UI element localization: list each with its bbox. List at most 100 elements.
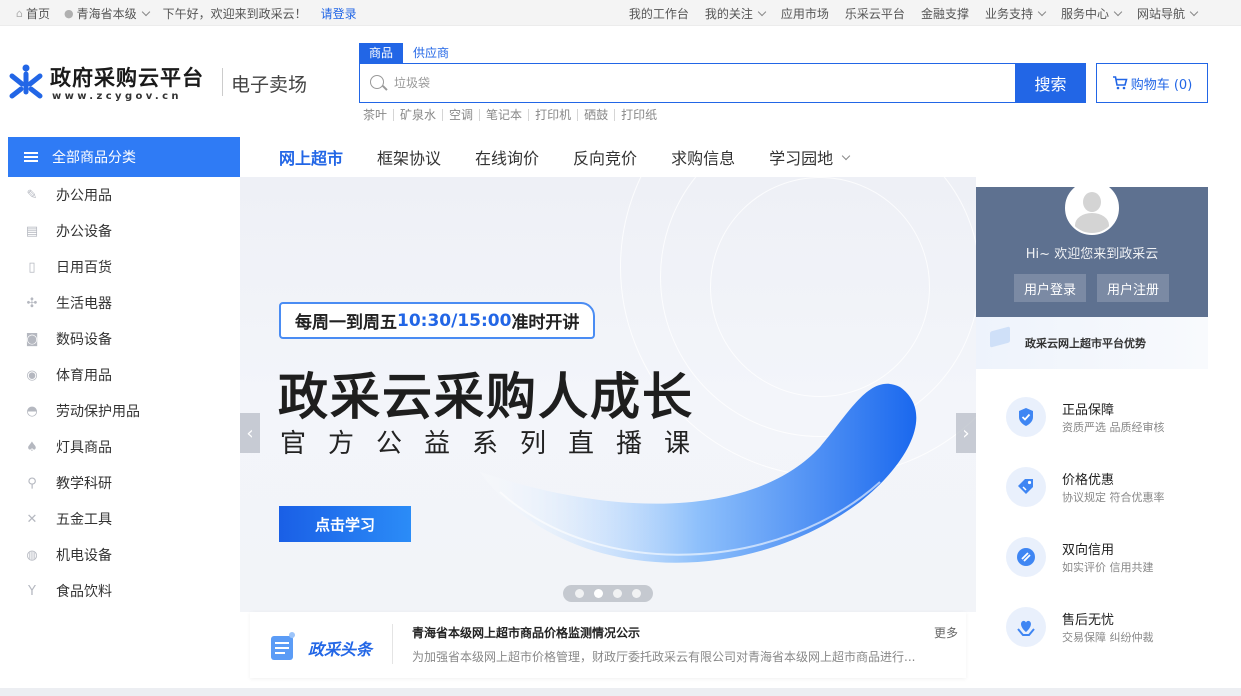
location-pin-icon: ● bbox=[64, 6, 74, 20]
search-button[interactable]: 搜索 bbox=[1015, 63, 1086, 103]
banner-learn-button[interactable]: 点击学习 bbox=[279, 506, 411, 542]
pen-icon: ✎ bbox=[26, 187, 38, 203]
top-link-label: 网站导航 bbox=[1136, 6, 1185, 21]
all-categories-header[interactable]: 全部商品分类 bbox=[8, 137, 240, 177]
carousel-dot[interactable] bbox=[613, 589, 622, 598]
top-link[interactable]: 网站导航 bbox=[1136, 5, 1199, 22]
top-link[interactable]: 乐采云平台 bbox=[845, 5, 905, 22]
price-tag-icon bbox=[1006, 467, 1046, 507]
top-link-label: 应用市场 bbox=[780, 6, 829, 21]
nav-item[interactable]: 在线询价 bbox=[458, 145, 556, 169]
search-tab-supplier[interactable]: 供应商 bbox=[403, 43, 459, 63]
advantage-item: 双向信用 如实评价 信用共建 bbox=[1006, 537, 1206, 587]
nav-item-label: 学习园地 bbox=[769, 149, 834, 168]
cart-icon bbox=[1112, 76, 1128, 90]
cart-label: 购物车 (0) bbox=[1130, 77, 1193, 93]
category-item[interactable]: ✎ 办公用品 bbox=[8, 177, 240, 213]
region-selector[interactable]: ● 青海省本级 bbox=[64, 5, 150, 22]
banner-subtitle: 官方公益系列直播课 bbox=[280, 429, 713, 459]
nav-item-label: 网上超市 bbox=[279, 149, 344, 168]
category-item[interactable]: ♠ 灯具商品 bbox=[8, 429, 240, 465]
top-bar: ⌂ 首页 ● 青海省本级 下午好，欢迎来到政采云！ 请登录 我的工作台 我的关注 应… bbox=[0, 0, 1241, 26]
fan-icon: ✣ bbox=[26, 295, 38, 311]
top-link[interactable]: 应用市场 bbox=[781, 5, 829, 22]
top-link[interactable]: 金融支撑 bbox=[921, 5, 969, 22]
nav-item[interactable]: 求购信息 bbox=[654, 145, 752, 169]
carousel-dots bbox=[563, 585, 653, 602]
category-label: 灯具商品 bbox=[56, 440, 112, 456]
all-categories-label: 全部商品分类 bbox=[52, 150, 136, 166]
chevron-down-icon bbox=[1037, 7, 1047, 16]
category-label: 五金工具 bbox=[56, 512, 112, 528]
banner-tag-time: 10:30/15:00 bbox=[397, 310, 512, 331]
category-item[interactable]: Y 食品饮料 bbox=[8, 573, 240, 609]
search-tab-goods[interactable]: 商品 bbox=[359, 43, 404, 63]
banner-next-arrow-icon[interactable]: › bbox=[956, 413, 976, 453]
category-item[interactable]: ◍ 机电设备 bbox=[8, 537, 240, 573]
carousel-dot[interactable] bbox=[575, 589, 584, 598]
nav-item[interactable]: 框架协议 bbox=[360, 145, 458, 169]
hot-word-link[interactable]: 笔记本 bbox=[479, 109, 528, 121]
main-nav: 网上超市 框架协议 在线询价 反向竞价 求购信息 学习园地 bbox=[262, 137, 866, 177]
chevron-down-icon bbox=[757, 7, 767, 16]
hero-banner[interactable]: 每周一到周五 10:30/15:00 准时开讲 政采云采购人成长 官方公益系列直… bbox=[240, 177, 976, 612]
category-item[interactable]: ◓ 劳动保护用品 bbox=[8, 393, 240, 429]
chevron-down-icon bbox=[1189, 7, 1199, 16]
news-more-link[interactable]: 更多 bbox=[934, 624, 958, 641]
hot-word-link[interactable]: 矿泉水 bbox=[393, 109, 442, 121]
top-link[interactable]: 我的关注 bbox=[705, 5, 767, 22]
advantage-title: 价格优惠 bbox=[1062, 473, 1115, 488]
carousel-dot[interactable] bbox=[632, 589, 641, 598]
home-link[interactable]: ⌂ 首页 bbox=[16, 5, 50, 22]
advantage-item: 售后无忧 交易保障 纠纷仲裁 bbox=[1006, 607, 1206, 657]
shield-check-icon bbox=[1006, 397, 1046, 437]
top-link[interactable]: 服务中心 bbox=[1061, 5, 1123, 22]
top-link-label: 乐采云平台 bbox=[844, 6, 905, 21]
user-card: Hi~ 欢迎您来到政采云 用户登录 用户注册 bbox=[976, 181, 1208, 317]
advantage-item: 正品保障 资质严选 品质经审核 bbox=[1006, 397, 1206, 447]
nav-item[interactable]: 学习园地 bbox=[752, 145, 866, 169]
login-link[interactable]: 请登录 bbox=[321, 5, 357, 22]
carousel-dot[interactable] bbox=[594, 589, 603, 598]
user-login-button[interactable]: 用户登录 bbox=[1014, 274, 1086, 302]
hot-word-link[interactable]: 打印机 bbox=[528, 109, 577, 121]
hot-word-link[interactable]: 打印纸 bbox=[614, 109, 663, 121]
category-item[interactable]: ▤ 办公设备 bbox=[8, 213, 240, 249]
category-item[interactable]: ◉ 体育用品 bbox=[8, 357, 240, 393]
category-label: 机电设备 bbox=[56, 548, 112, 564]
category-item[interactable]: ◙ 数码设备 bbox=[8, 321, 240, 357]
banner-schedule-tag: 每周一到周五 10:30/15:00 准时开讲 bbox=[279, 302, 596, 339]
top-link[interactable]: 我的工作台 bbox=[629, 5, 689, 22]
category-item[interactable]: ⚲ 教学科研 bbox=[8, 465, 240, 501]
cube-icon bbox=[990, 326, 1010, 348]
nav-item[interactable]: 反向竞价 bbox=[556, 145, 654, 169]
nav-item[interactable]: 网上超市 bbox=[262, 145, 360, 169]
mall-name: 电子卖场 bbox=[231, 74, 308, 96]
top-link[interactable]: 业务支持 bbox=[985, 5, 1047, 22]
category-label: 体育用品 bbox=[56, 368, 112, 384]
banner-tag-suffix: 准时开讲 bbox=[511, 313, 580, 333]
news-divider bbox=[392, 624, 393, 664]
chevron-down-icon bbox=[841, 151, 851, 160]
category-label: 教学科研 bbox=[56, 476, 112, 492]
advantages-title: 政采云网上超市平台优势 bbox=[1025, 337, 1146, 350]
hot-word-link[interactable]: 空调 bbox=[442, 109, 479, 121]
category-item[interactable]: ✣ 生活电器 bbox=[8, 285, 240, 321]
news-title[interactable]: 青海省本级网上超市商品价格监测情况公示 bbox=[412, 624, 640, 641]
site-logo[interactable]: 政府采购云平台 www.zcygov.cn bbox=[8, 62, 220, 104]
hot-word-link[interactable]: 茶叶 bbox=[363, 109, 393, 121]
advantages-header: 政采云网上超市平台优势 bbox=[976, 317, 1208, 369]
banner-title: 政采云采购人成长 bbox=[278, 368, 694, 426]
heart-hands-icon bbox=[1006, 607, 1046, 647]
category-item[interactable]: ▯ 日用百货 bbox=[8, 249, 240, 285]
banner-prev-arrow-icon[interactable]: ‹ bbox=[240, 413, 260, 453]
user-register-button[interactable]: 用户注册 bbox=[1097, 274, 1169, 302]
bottle-icon: ▯ bbox=[28, 259, 36, 275]
search-input[interactable] bbox=[394, 73, 994, 93]
news-icon bbox=[271, 632, 295, 660]
news-description[interactable]: 为加强省本级网上超市价格管理，财政厅委托政采云有限公司对青海省本级网上超市商品进… bbox=[412, 648, 922, 665]
avatar bbox=[1065, 181, 1119, 235]
hot-word-link[interactable]: 硒鼓 bbox=[577, 109, 614, 121]
cart-button[interactable]: 购物车 (0) bbox=[1096, 63, 1208, 103]
category-item[interactable]: ✕ 五金工具 bbox=[8, 501, 240, 537]
